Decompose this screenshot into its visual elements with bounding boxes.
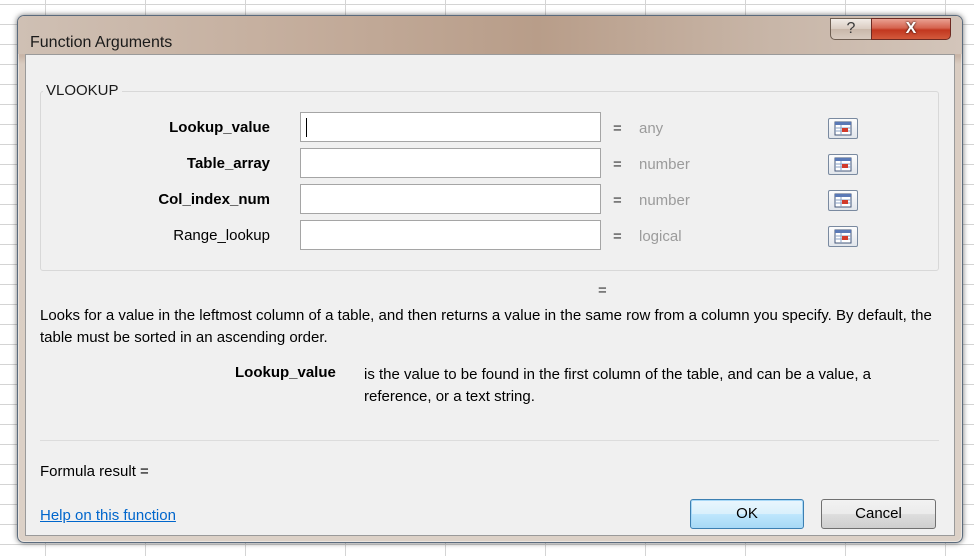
help-on-function-link[interactable]: Help on this function [40,507,176,524]
equals-sign: = [613,156,622,173]
argument-label: Range_lookup [173,227,270,244]
argument-type-hint: any [639,120,664,137]
table-array-input[interactable] [300,148,858,178]
argument-row-table-array: Table_array = number [41,148,938,180]
help-button[interactable]: ? [830,18,872,40]
function-result-equals: = [598,282,607,299]
col-index-num-input[interactable] [300,184,858,214]
equals-sign: = [613,192,622,209]
close-button[interactable]: X [871,18,951,40]
divider [40,440,939,441]
function-name-label: VLOOKUP [43,82,122,99]
close-icon: X [905,20,917,37]
range-selector-button[interactable] [828,190,858,211]
argument-row-lookup-value: Lookup_value = any [41,112,938,144]
argument-type-hint: number [639,192,690,209]
text-caret [306,118,307,137]
equals-sign: = [613,120,622,137]
arguments-group: Lookup_value = any Table_array = number … [40,91,939,271]
formula-result: Formula result = [40,463,149,480]
argument-label: Col_index_num [158,191,270,208]
ok-button[interactable]: OK [690,499,804,529]
range-lookup-input[interactable] [300,220,858,250]
dialog-title: Function Arguments [30,34,173,51]
dialog-body: Lookup_value = any Table_array = number … [25,54,955,536]
function-description: Looks for a value in the leftmost column… [40,307,932,346]
range-selector-button[interactable] [828,226,858,247]
argument-row-range-lookup: Range_lookup = logical [41,220,938,252]
argument-help-text: is the value to be found in the first co… [364,366,871,405]
argument-label: Lookup_value [169,119,270,136]
range-selector-button[interactable] [828,118,858,139]
argument-label: Table_array [186,155,270,172]
function-arguments-dialog: Function Arguments ? X Lookup_value = an… [17,15,963,543]
argument-type-hint: logical [639,228,682,245]
argument-type-hint: number [639,156,690,173]
question-icon: ? [846,20,856,37]
range-selector-icon [834,193,852,208]
equals-sign: = [613,228,622,245]
argument-row-col-index-num: Col_index_num = number [41,184,938,216]
cancel-button[interactable]: Cancel [821,499,936,529]
lookup-value-input[interactable] [300,112,858,142]
range-selector-icon [834,121,852,136]
range-selector-button[interactable] [828,154,858,175]
argument-help-label: Lookup_value [235,364,336,381]
range-selector-icon [834,229,852,244]
range-selector-icon [834,157,852,172]
title-bar[interactable]: Function Arguments ? X [18,16,962,54]
